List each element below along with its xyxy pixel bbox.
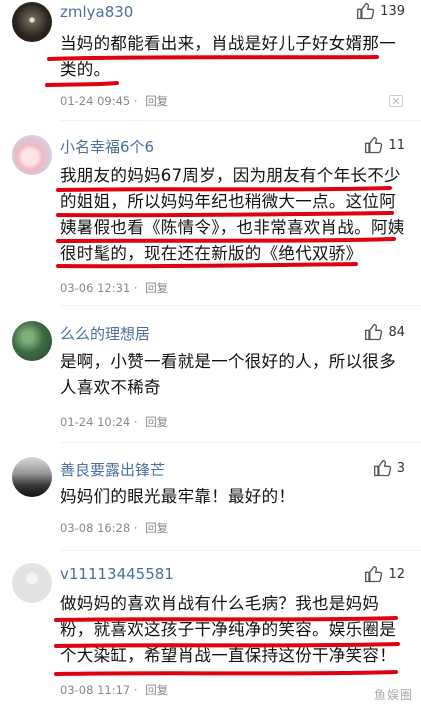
like-button[interactable]: 139 [356,0,405,22]
thumbs-up-icon [365,323,383,341]
comment-item: 善良要露出锋芒 3 妈妈们的眼光最牢靠！最好的！ 03-08 16:28 · 回… [0,454,421,544]
thumbs-up-icon [357,2,375,20]
thumbs-up-icon [365,136,383,154]
like-count: 12 [388,566,405,582]
like-button[interactable]: 84 [364,321,405,343]
avatar[interactable] [12,135,52,175]
timestamp: 03-08 16:28 [60,521,131,535]
comment-meta: 03-08 11:17 · 回复 [60,683,169,697]
avatar[interactable] [12,2,52,42]
reply-button[interactable]: 回复 [145,94,168,108]
avatar[interactable] [12,563,52,603]
timestamp: 03-06 12:31 [60,281,131,295]
comment-meta: 01-24 10:24 · 回复 [60,415,169,429]
reply-button[interactable]: 回复 [145,281,168,295]
divider [60,305,421,306]
reply-button[interactable]: 回复 [145,521,168,535]
divider [60,442,421,443]
like-button[interactable]: 11 [364,134,405,156]
comment-text: 我朋友的妈妈67周岁，因为朋友有个年长不少的姐姐，所以妈妈年纪也稍微大一点。这位… [60,166,405,263]
like-button[interactable]: 12 [364,563,405,585]
divider [60,120,421,121]
reply-button[interactable]: 回复 [145,415,168,429]
avatar[interactable] [12,321,52,361]
comment-text: 是啊，小赞一看就是一个很好的人，所以很多人喜欢不稀奇 [60,352,396,397]
comment-text: 做妈妈的喜欢肖战有什么毛病？我也是妈妈粉，就喜欢这孩子干净纯净的笑容。娱乐圈是个… [60,594,396,665]
like-count: 84 [388,324,405,340]
thumbs-up-icon [365,565,383,583]
like-count: 139 [380,3,405,19]
comment-meta: 03-06 12:31 · 回复 [60,281,169,295]
comment-meta: 01-24 09:45 · 回复 [60,94,169,108]
username[interactable]: 善良要露出锋芒 [60,459,165,480]
avatar[interactable] [12,457,52,497]
watermark: 鱼娱圈 [373,688,413,702]
comment-text: 妈妈们的眼光最牢靠！最好的！ [60,487,296,506]
comment-item: 小名幸福6个6 11 我朋友的妈妈67周岁，因为朋友有个年长不少的姐姐，所以妈妈… [0,132,421,300]
thumbs-up-icon [373,459,391,477]
like-count: 11 [388,137,405,153]
timestamp: 01-24 10:24 [60,415,131,429]
comment-item: 么么的理想居 84 是啊，小赞一看就是一个很好的人，所以很多人喜欢不稀奇 01-… [0,318,421,438]
username[interactable]: v11113445581 [60,565,174,583]
like-button[interactable]: 3 [373,457,405,479]
username[interactable]: 小名幸福6个6 [60,136,154,157]
timestamp: 03-08 11:17 [60,683,131,697]
like-count: 3 [396,460,405,476]
comment-item: v11113445581 12 做妈妈的喜欢肖战有什么毛病？我也是妈妈粉，就喜欢… [0,560,421,709]
timestamp: 01-24 09:45 [60,94,131,108]
comment-item: zmlya830 139 当妈的都能看出来，肖战是好儿子好女婿那一类的。 01-… [0,0,421,118]
comment-text: 当妈的都能看出来，肖战是好儿子好女婿那一类的。 [60,34,396,79]
username[interactable]: zmlya830 [60,3,133,21]
reply-button[interactable]: 回复 [145,683,168,697]
close-icon[interactable] [389,95,403,107]
username[interactable]: 么么的理想居 [60,323,150,344]
divider [60,550,421,551]
comment-meta: 03-08 16:28 · 回复 [60,521,169,535]
